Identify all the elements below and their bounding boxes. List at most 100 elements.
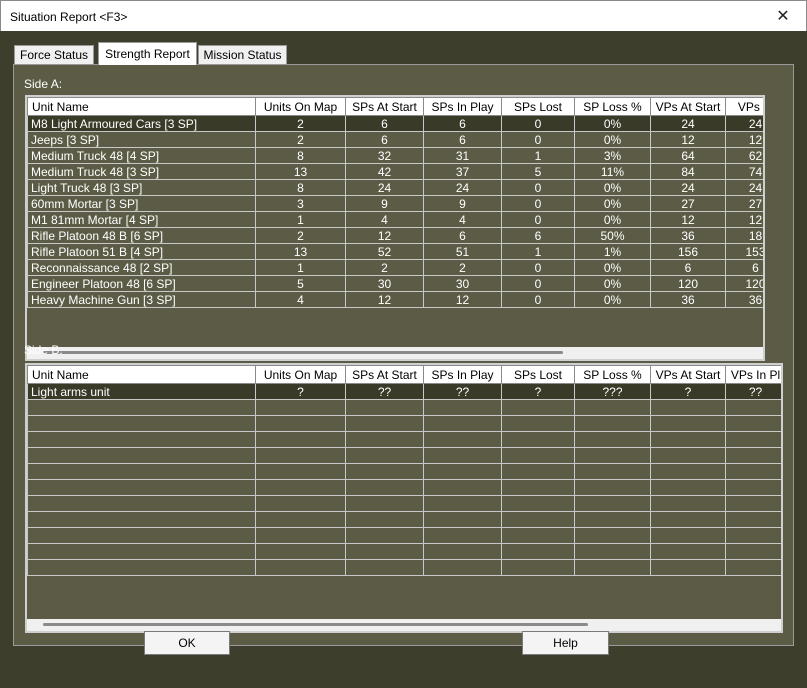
- table-cell: ??: [725, 383, 781, 400]
- empty-cell: [574, 447, 651, 464]
- table-cell: 32: [345, 147, 424, 164]
- tab-force-status[interactable]: Force Status: [14, 45, 94, 65]
- side-b-horizontal-scrollbar[interactable]: [27, 619, 781, 631]
- table-row[interactable]: Jeeps [3 SP] 2 6 6 0 0% 12 12: [27, 131, 763, 148]
- empty-cell: [501, 527, 575, 544]
- table-row[interactable]: Light Truck 48 [3 SP] 8 24 24 0 0% 24 24: [27, 179, 763, 196]
- table-cell: 24: [650, 179, 726, 196]
- table-cell: 0: [501, 195, 575, 212]
- table-cell: ??: [345, 383, 424, 400]
- side-a-scroll-thumb[interactable]: [43, 351, 563, 354]
- table-cell: 120: [650, 275, 726, 292]
- table-cell: 153: [725, 243, 763, 260]
- empty-row: [27, 559, 781, 576]
- empty-cell: [345, 415, 424, 432]
- table-row[interactable]: 60mm Mortar [3 SP] 3 9 9 0 0% 27 27: [27, 195, 763, 212]
- table-cell: ?: [650, 383, 726, 400]
- table-cell: 0%: [574, 211, 651, 228]
- empty-cell: [501, 399, 575, 416]
- empty-cell: [27, 495, 256, 512]
- column-header[interactable]: VPs In Pl: [725, 365, 781, 384]
- empty-cell: [423, 447, 502, 464]
- table-row[interactable]: Reconnaissance 48 [2 SP] 1 2 2 0 0% 6 6: [27, 259, 763, 276]
- column-header[interactable]: Unit Name: [27, 97, 256, 116]
- table-cell: 0%: [574, 131, 651, 148]
- empty-cell: [345, 399, 424, 416]
- table-row[interactable]: Medium Truck 48 [4 SP] 8 32 31 1 3% 64 62: [27, 147, 763, 164]
- empty-cell: [725, 431, 781, 448]
- unit-name-cell: Light Truck 48 [3 SP]: [27, 179, 256, 196]
- empty-cell: [255, 495, 346, 512]
- side-b-grid[interactable]: Unit Name Units On Map SPs At Start SPs In …: [25, 363, 783, 633]
- table-row[interactable]: Engineer Platoon 48 [6 SP] 5 30 30 0 0% 120 120: [27, 275, 763, 292]
- tab-mission-status[interactable]: Mission Status: [198, 45, 287, 65]
- column-header[interactable]: SPs At Start: [345, 365, 424, 384]
- empty-row: [27, 479, 781, 496]
- table-row[interactable]: Rifle Platoon 48 B [6 SP] 2 12 6 6 50% 36 18: [27, 227, 763, 244]
- tab-strength-report[interactable]: Strength Report: [98, 42, 197, 65]
- table-row[interactable]: Light arms unit????????????: [27, 383, 781, 400]
- dialog-body: Force Status Strength Report Mission Sta…: [1, 31, 806, 687]
- column-header[interactable]: SP Loss %: [574, 97, 651, 116]
- empty-cell: [27, 511, 256, 528]
- empty-cell: [423, 479, 502, 496]
- table-cell: 4: [423, 211, 502, 228]
- close-icon[interactable]: ✕: [760, 1, 806, 32]
- empty-row: [27, 431, 781, 448]
- empty-cell: [574, 527, 651, 544]
- column-header[interactable]: SPs In Play: [423, 97, 502, 116]
- column-header[interactable]: SP Loss %: [574, 365, 651, 384]
- table-cell: 2: [423, 259, 502, 276]
- side-a-horizontal-scrollbar[interactable]: [27, 347, 763, 359]
- column-header[interactable]: Units On Map: [255, 365, 346, 384]
- column-header[interactable]: SPs At Start: [345, 97, 424, 116]
- table-row[interactable]: Rifle Platoon 51 B [4 SP] 13 52 51 1 1% 156 153: [27, 243, 763, 260]
- column-header[interactable]: SPs In Play: [423, 365, 502, 384]
- column-header[interactable]: VPs In: [725, 97, 763, 116]
- empty-cell: [423, 543, 502, 560]
- side-a-grid[interactable]: Unit Name Units On Map SPs At Start SPs In …: [25, 95, 765, 361]
- empty-cell: [345, 463, 424, 480]
- help-button[interactable]: Help: [522, 631, 609, 655]
- empty-cell: [501, 559, 575, 576]
- table-cell: 6: [423, 131, 502, 148]
- empty-cell: [501, 415, 575, 432]
- table-cell: 6: [423, 115, 502, 132]
- table-row[interactable]: M8 Light Armoured Cars [3 SP] 2 6 6 0 0% 24 24: [27, 115, 763, 132]
- empty-cell: [255, 463, 346, 480]
- unit-name-cell: Light arms unit: [27, 383, 256, 400]
- table-cell: 36: [725, 291, 763, 308]
- table-row[interactable]: M1 81mm Mortar [4 SP] 1 4 4 0 0% 12 12: [27, 211, 763, 228]
- empty-cell: [725, 447, 781, 464]
- empty-cell: [255, 447, 346, 464]
- empty-cell: [725, 511, 781, 528]
- table-cell: 62: [725, 147, 763, 164]
- empty-cell: [650, 399, 726, 416]
- header-row: Unit Name Units On Map SPs At Start SPs In …: [27, 97, 763, 116]
- table-cell: 1: [501, 243, 575, 260]
- column-header[interactable]: Unit Name: [27, 365, 256, 384]
- empty-cell: [650, 431, 726, 448]
- table-row[interactable]: Heavy Machine Gun [3 SP] 4 12 12 0 0% 36 36: [27, 291, 763, 308]
- column-header[interactable]: SPs Lost: [501, 365, 575, 384]
- table-cell: 120: [725, 275, 763, 292]
- unit-name-cell: Medium Truck 48 [4 SP]: [27, 147, 256, 164]
- side-b-scroll-thumb[interactable]: [43, 623, 588, 626]
- column-header[interactable]: SPs Lost: [501, 97, 575, 116]
- empty-cell: [574, 559, 651, 576]
- unit-name-cell: Reconnaissance 48 [2 SP]: [27, 259, 256, 276]
- table-row[interactable]: Medium Truck 48 [3 SP] 13 42 37 5 11% 84 74: [27, 163, 763, 180]
- empty-cell: [725, 495, 781, 512]
- empty-cell: [574, 399, 651, 416]
- column-header[interactable]: VPs At Start: [650, 365, 726, 384]
- empty-cell: [501, 511, 575, 528]
- ok-button[interactable]: OK: [144, 631, 230, 655]
- column-header[interactable]: Units On Map: [255, 97, 346, 116]
- column-header[interactable]: VPs At Start: [650, 97, 726, 116]
- table-cell: 30: [423, 275, 502, 292]
- table-cell: 18: [725, 227, 763, 244]
- table-cell: 0: [501, 115, 575, 132]
- empty-cell: [501, 543, 575, 560]
- table-cell: 2: [255, 227, 346, 244]
- table-cell: 30: [345, 275, 424, 292]
